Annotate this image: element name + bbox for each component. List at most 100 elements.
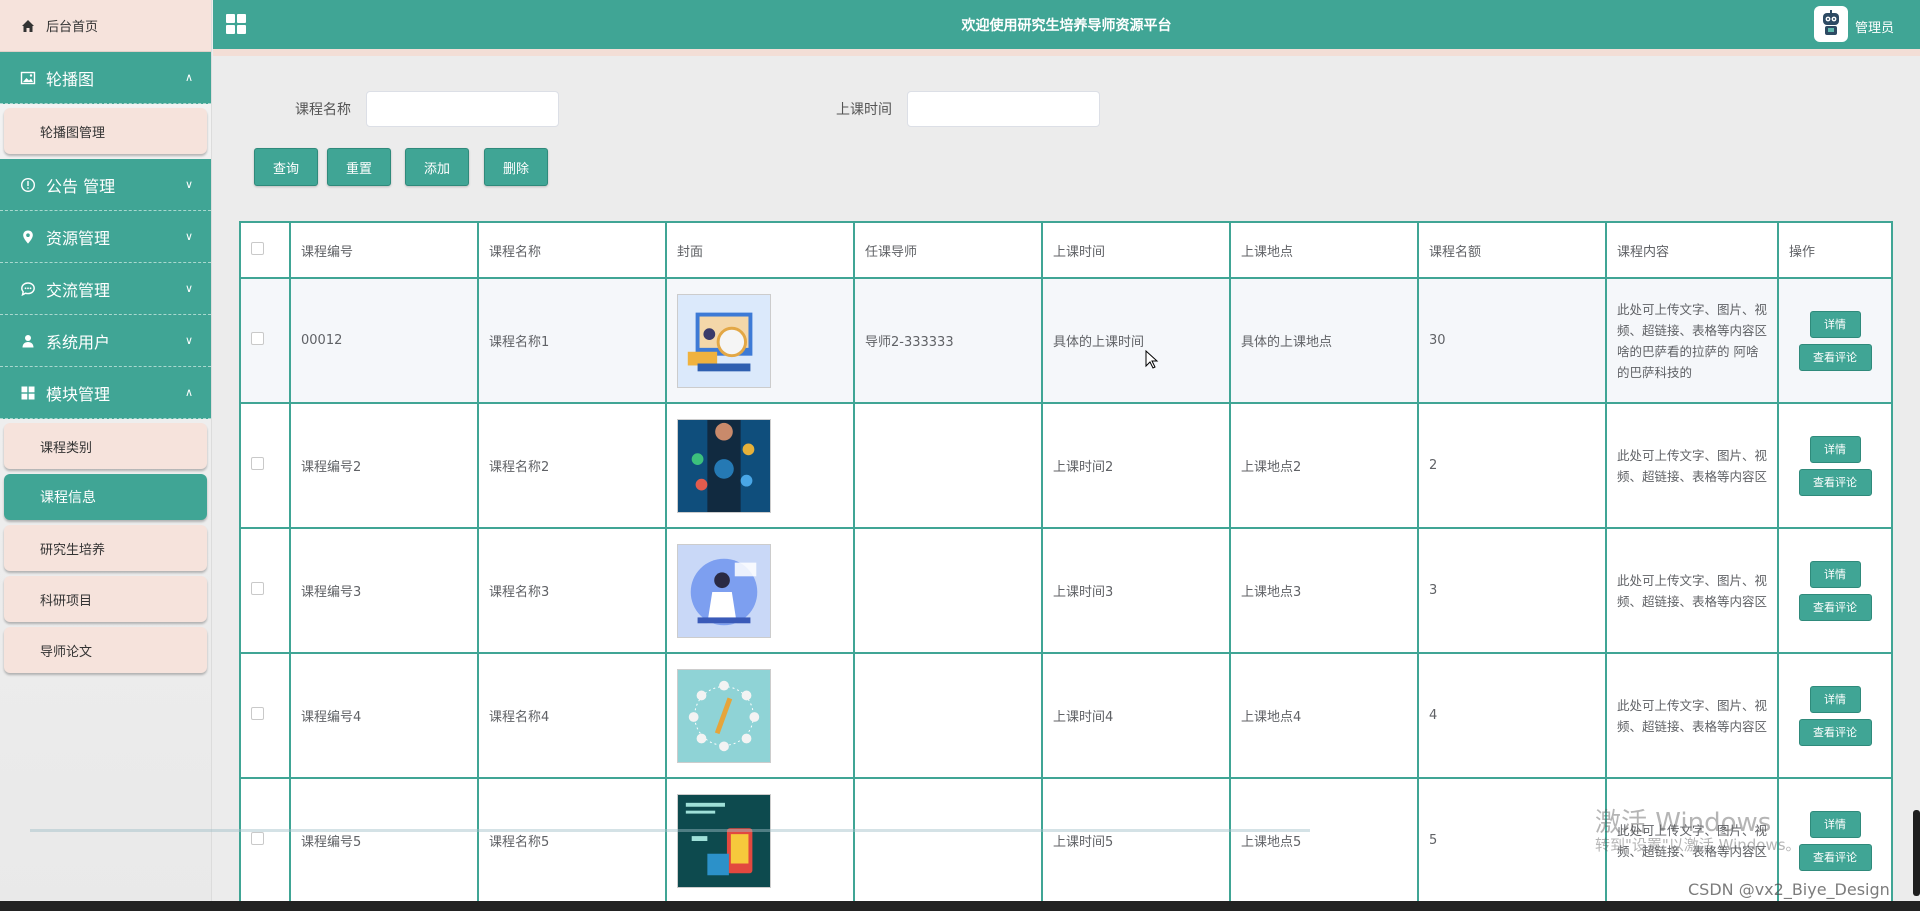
sidebar-group-label: 公告 管理: [46, 176, 116, 196]
cell-content: 此处可上传文字、图片、视频、超链接、表格等内容区: [1605, 652, 1779, 779]
info-icon: [20, 177, 36, 193]
windows-activation-hint: 转到"设置"以激活 Windows。: [1595, 836, 1801, 854]
sidebar-group-label: 交流管理: [46, 280, 111, 300]
sidebar-item-research-project[interactable]: 科研项目: [4, 576, 207, 622]
detail-button[interactable]: 详情: [1809, 810, 1861, 838]
row-checkbox[interactable]: [251, 332, 264, 345]
chevron-down-icon: ∨: [184, 230, 193, 243]
row-checkbox[interactable]: [251, 832, 264, 845]
class-time-label: 上课时间: [836, 102, 892, 118]
sidebar-item-tutor-paper[interactable]: 导师论文: [4, 627, 207, 673]
sidebar-group-resource[interactable]: 资源管理 ∨: [0, 211, 211, 263]
row-select-cell[interactable]: [239, 277, 291, 404]
row-checkbox[interactable]: [251, 582, 264, 595]
table-row[interactable]: 课程编号4 课程名称4 上课时间4 上课地点4 4 此处可上传文字、图片、视频、…: [239, 652, 1893, 779]
sidebar-group-modules[interactable]: 模块管理 ∧: [0, 367, 211, 419]
view-comments-button[interactable]: 查看评论: [1798, 593, 1872, 621]
detail-button[interactable]: 详情: [1809, 435, 1861, 463]
sidebar-group-exchange[interactable]: 交流管理 ∨: [0, 263, 211, 315]
cell-teacher: [853, 527, 1043, 654]
sidebar-group-notice[interactable]: 公告 管理 ∨: [0, 159, 211, 211]
cell-quota: 5: [1417, 777, 1607, 904]
detail-button[interactable]: 详情: [1809, 685, 1861, 713]
table-header-row: 课程编号 课程名称 封面 任课导师 上课时间 上课地点 课程名额 课程内容 操作: [239, 221, 1893, 279]
cover-image: [677, 543, 771, 638]
cell-code: 00012: [289, 277, 479, 404]
view-comments-button[interactable]: 查看评论: [1798, 718, 1872, 746]
cell-place: 上课地点5: [1229, 777, 1419, 904]
cell-actions: 详情 查看评论: [1777, 277, 1893, 404]
sidebar-home[interactable]: 后台首页: [0, 0, 211, 52]
sidebar-item-label: 课程信息: [40, 490, 96, 506]
cell-content: 此处可上传文字、图片、视频、超链接、表格等内容区: [1605, 527, 1779, 654]
cell-name: 课程名称5: [477, 777, 667, 904]
row-checkbox[interactable]: [251, 457, 264, 470]
row-select-cell[interactable]: [239, 777, 291, 904]
cell-cover: [665, 402, 855, 529]
select-all-checkbox[interactable]: [251, 241, 264, 255]
column-header: 课程名额: [1417, 221, 1607, 279]
column-header: 任课导师: [853, 221, 1043, 279]
delete-button[interactable]: 删除: [484, 148, 548, 186]
row-select-cell[interactable]: [239, 402, 291, 529]
select-all-cell[interactable]: [239, 221, 291, 279]
cell-code: 课程编号2: [289, 402, 479, 529]
cell-place: 上课地点3: [1229, 527, 1419, 654]
cell-cover: [665, 527, 855, 654]
cell-time: 上课时间4: [1041, 652, 1231, 779]
sidebar-item-label: 课程类别: [40, 440, 93, 456]
view-comments-button[interactable]: 查看评论: [1798, 343, 1872, 371]
table-row[interactable]: 课程编号3 课程名称3 上课时间3 上课地点3 3 此处可上传文字、图片、视频、…: [239, 527, 1893, 654]
detail-button[interactable]: 详情: [1809, 560, 1861, 588]
header-divider: [213, 49, 1920, 56]
robot-avatar-icon: [1823, 10, 1839, 35]
csdn-credit: CSDN @vx2_Biye_Design: [1688, 880, 1890, 899]
table-row[interactable]: 课程编号2 课程名称2 上课时间2 上课地点2 2 此处可上传文字、图片、视频、…: [239, 402, 1893, 529]
sidebar-item-course-info[interactable]: 课程信息: [4, 474, 207, 520]
cell-cover: [665, 777, 855, 904]
cell-teacher: 导师2-333333: [853, 277, 1043, 404]
sidebar-item-carousel-manage[interactable]: 轮播图管理: [4, 108, 207, 154]
sidebar-group-users[interactable]: 系统用户 ∨: [0, 315, 211, 367]
course-name-input[interactable]: [366, 91, 559, 127]
sidebar-item-course-category[interactable]: 课程类别: [4, 423, 207, 469]
cell-time: 上课时间2: [1041, 402, 1231, 529]
cell-name: 课程名称3: [477, 527, 667, 654]
sidebar-item-graduate-training[interactable]: 研究生培养: [4, 525, 207, 571]
view-comments-button[interactable]: 查看评论: [1798, 468, 1872, 496]
column-header: 课程内容: [1605, 221, 1779, 279]
top-header: 欢迎使用研究生培养导师资源平台 管理员: [213, 0, 1920, 49]
location-pin-icon: [20, 229, 36, 245]
chevron-up-icon: ∧: [184, 71, 193, 84]
user-role: 管理员: [1855, 21, 1895, 36]
row-select-cell[interactable]: [239, 652, 291, 779]
cell-name: 课程名称4: [477, 652, 667, 779]
row-select-cell[interactable]: [239, 527, 291, 654]
sidebar-group-carousel[interactable]: 轮播图 ∧: [0, 52, 211, 104]
add-button[interactable]: 添加: [405, 148, 469, 186]
course-name-label: 课程名称: [295, 102, 351, 118]
cell-code: 课程编号3: [289, 527, 479, 654]
row-checkbox[interactable]: [251, 707, 264, 720]
cell-actions: 详情 查看评论: [1777, 402, 1893, 529]
sidebar-group-label: 资源管理: [46, 228, 111, 248]
detail-button[interactable]: 详情: [1809, 310, 1861, 338]
cell-teacher: [853, 652, 1043, 779]
app-title: 欢迎使用研究生培养导师资源平台: [961, 18, 1172, 34]
sidebar-item-label: 轮播图管理: [40, 125, 106, 141]
column-header: 上课地点: [1229, 221, 1419, 279]
cover-image: [677, 293, 771, 388]
cell-name: 课程名称2: [477, 402, 667, 529]
reset-button[interactable]: 重置: [327, 148, 391, 186]
class-time-input[interactable]: [907, 91, 1100, 127]
column-header: 课程名称: [477, 221, 667, 279]
vertical-scrollbar[interactable]: [1913, 810, 1920, 896]
sidebar-group-label: 轮播图: [46, 69, 95, 89]
column-header: 封面: [665, 221, 855, 279]
avatar[interactable]: [1814, 6, 1848, 42]
query-button[interactable]: 查询: [254, 148, 318, 186]
chevron-up-icon: ∧: [184, 386, 193, 399]
view-comments-button[interactable]: 查看评论: [1798, 843, 1872, 871]
table-row[interactable]: 00012 课程名称1 导师2-333333 具体的上课时间 具体的上课地点 3…: [239, 277, 1893, 404]
column-header: 上课时间: [1041, 221, 1231, 279]
